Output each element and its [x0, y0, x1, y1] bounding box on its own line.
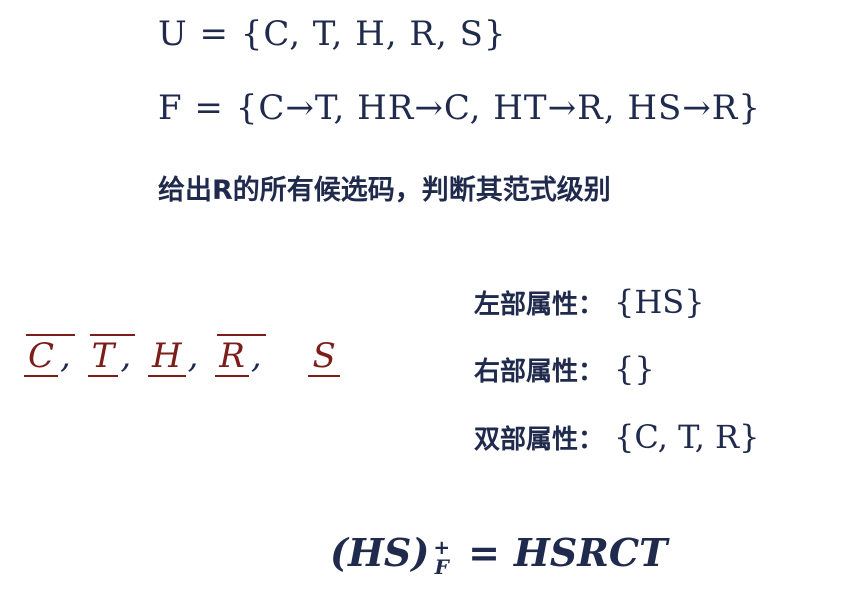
closure-subscript: F	[434, 554, 449, 579]
both-attribute-value: {C, T, R}	[614, 418, 760, 456]
attribute-c: C,	[24, 336, 77, 377]
right-attribute-value: {}	[614, 350, 655, 388]
attribute-t: T,	[87, 336, 138, 377]
attribute-h: H,	[147, 336, 204, 377]
attribute-closure: (HS) + F = HSRCT	[330, 530, 667, 577]
closure-right: HSRCT	[513, 530, 668, 575]
left-attribute-value: {HS}	[614, 283, 705, 321]
attribute-list: C, T, H, R, S	[24, 336, 348, 377]
task-instruction: 给出R的所有候选码，判断其范式级别	[158, 175, 611, 206]
closure-superscript: +	[433, 534, 451, 559]
attribute-r: R,	[215, 336, 267, 377]
closure-left: (HS)	[330, 530, 430, 575]
attribute-s: S	[308, 336, 347, 377]
right-attribute-label: 右部属性：	[474, 357, 605, 387]
right-attribute-row: 右部属性： {}	[474, 350, 655, 388]
functional-dependencies: F = {C→T, HR→C, HT→R, HS→R}	[158, 88, 761, 128]
left-attribute-row: 左部属性： {HS}	[474, 283, 705, 321]
both-attribute-row: 双部属性： {C, T, R}	[474, 418, 760, 456]
both-attribute-label: 双部属性：	[474, 425, 605, 455]
left-attribute-label: 左部属性：	[474, 290, 605, 320]
universe-definition: U = {C, T, H, R, S}	[158, 14, 507, 54]
closure-scripts: + F	[433, 537, 450, 577]
closure-equals: =	[468, 530, 500, 575]
